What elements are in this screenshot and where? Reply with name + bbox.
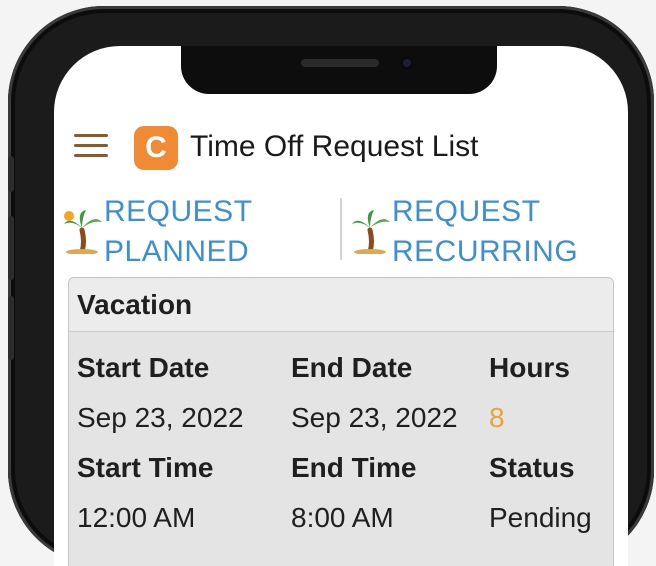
logo-letter: C	[145, 131, 167, 164]
end-time-value: 8:00 AM	[291, 502, 394, 533]
start-time-label: Start Time	[77, 452, 214, 483]
mute-switch	[8, 156, 14, 192]
action-divider	[340, 198, 342, 260]
palm-tree-icon	[352, 210, 390, 254]
request-planned-line2: PLANNED	[104, 235, 250, 268]
front-camera	[400, 56, 414, 70]
end-date-label: End Date	[291, 352, 413, 383]
start-time-value: 12:00 AM	[77, 502, 196, 533]
request-recurring-line1: REQUEST	[392, 195, 541, 228]
screen: C Time Off Request List REQUEST PLANNED	[54, 46, 628, 566]
status-label: Status	[489, 452, 575, 483]
app-logo-icon: C	[134, 126, 178, 170]
start-date-value: Sep 23, 2022	[77, 402, 244, 433]
request-recurring-button[interactable]: REQUEST RECURRING	[350, 192, 578, 272]
notch	[181, 46, 497, 94]
request-planned-button[interactable]: REQUEST PLANNED	[62, 192, 253, 272]
start-date-label: Start Date	[77, 352, 210, 383]
end-time-label: End Time	[291, 452, 417, 483]
card-title: Vacation	[69, 278, 613, 332]
volume-up-button	[8, 216, 14, 280]
hours-value: 8	[489, 402, 505, 433]
status-value: Pending	[489, 502, 592, 533]
palm-tree-icon	[64, 210, 102, 254]
speaker	[301, 59, 379, 67]
hours-label: Hours	[489, 352, 570, 383]
request-recurring-line2: RECURRING	[392, 235, 579, 268]
request-planned-line1: REQUEST	[104, 195, 253, 228]
time-off-request-card[interactable]: Vacation Start Date End Date Hours Sep 2…	[68, 277, 614, 566]
end-date-value: Sep 23, 2022	[291, 402, 458, 433]
page-title: Time Off Request List	[190, 130, 479, 163]
hamburger-menu-icon[interactable]	[74, 134, 108, 158]
phone-frame: C Time Off Request List REQUEST PLANNED	[8, 6, 654, 566]
volume-down-button	[8, 296, 14, 360]
